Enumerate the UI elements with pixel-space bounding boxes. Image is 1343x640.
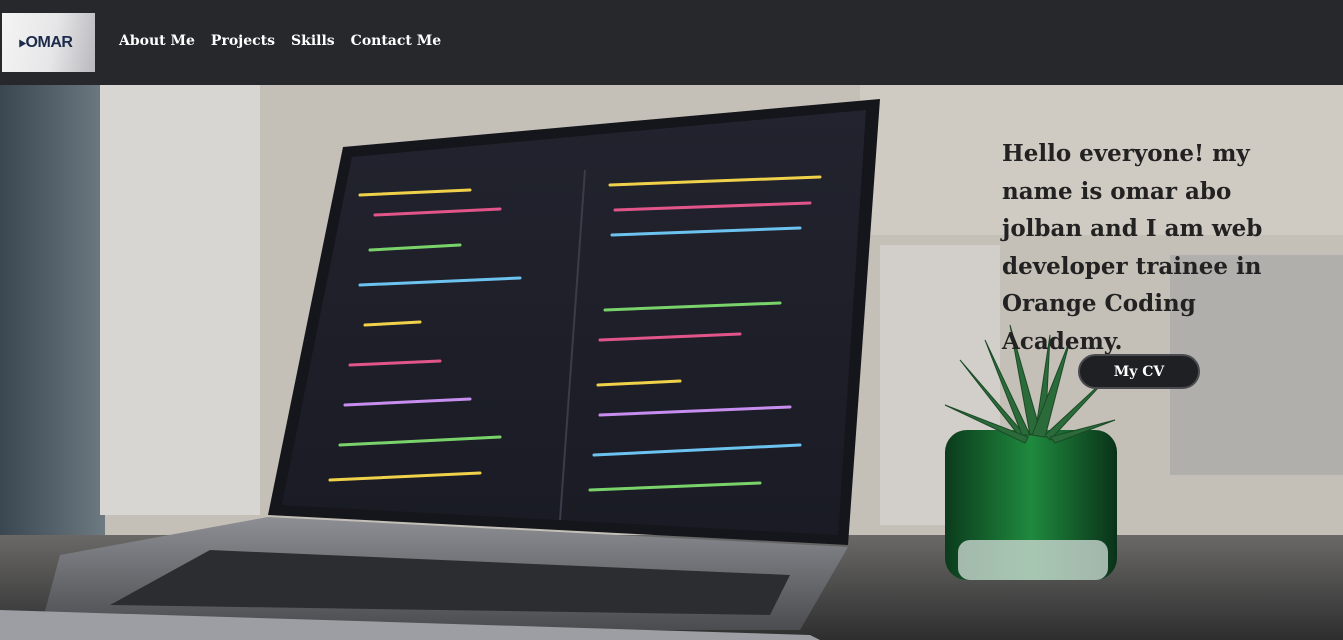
hero-section: Hello everyone! my name is omar abo jolb… — [0, 85, 1343, 640]
my-cv-button[interactable]: My CV — [1078, 354, 1200, 389]
navbar: OMAR About Me Projects Skills Contact Me — [0, 0, 1343, 85]
nav-link-projects[interactable]: Projects — [211, 33, 275, 49]
logo-text: OMAR — [25, 33, 73, 51]
nav-links: About Me Projects Skills Contact Me — [119, 33, 441, 49]
logo[interactable]: OMAR — [2, 13, 95, 72]
logo-wordmark: OMAR — [15, 33, 73, 52]
nav-link-about-me[interactable]: About Me — [119, 33, 195, 49]
omar-logo-mark-icon — [15, 37, 26, 48]
nav-link-skills[interactable]: Skills — [291, 33, 335, 49]
nav-link-contact-me[interactable]: Contact Me — [351, 33, 441, 49]
hero-intro-text: Hello everyone! my name is omar abo jolb… — [1002, 140, 1263, 355]
